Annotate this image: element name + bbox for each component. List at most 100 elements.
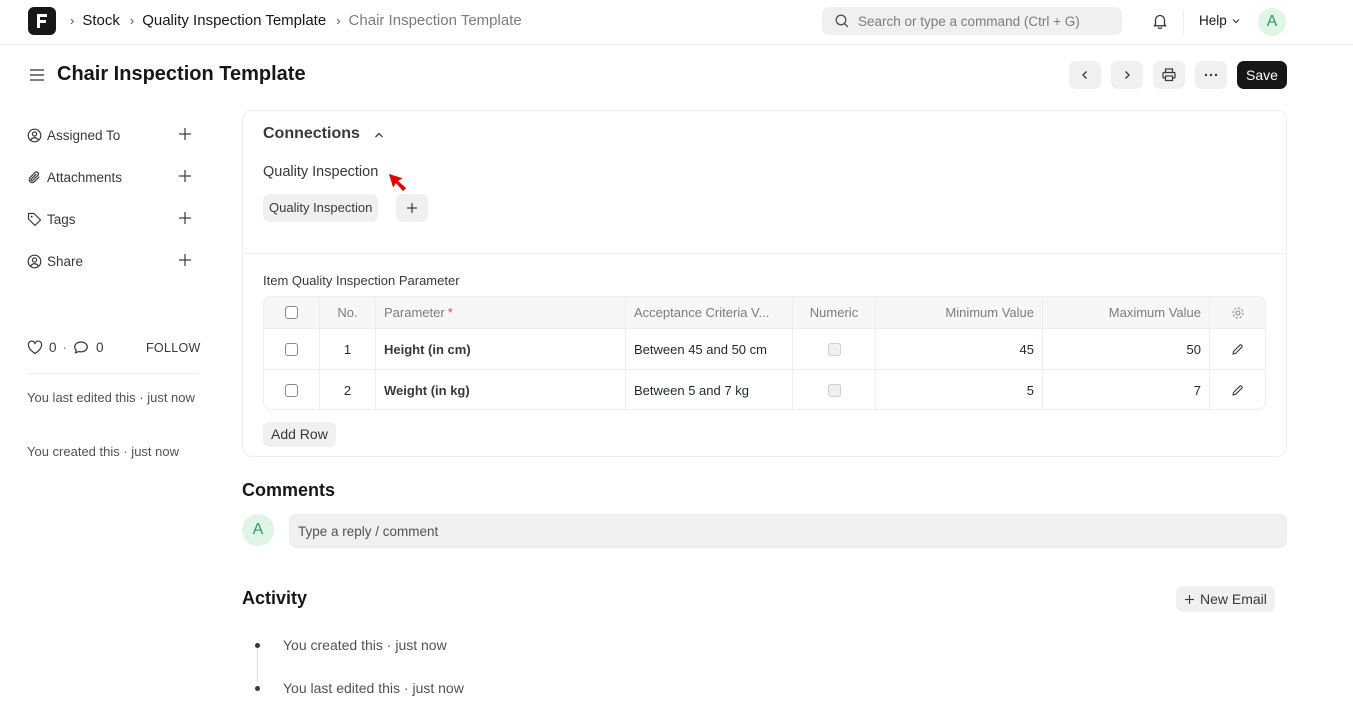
new-email-button[interactable]: New Email bbox=[1176, 586, 1275, 612]
pencil-icon[interactable] bbox=[1231, 343, 1244, 356]
user-avatar[interactable]: A bbox=[1258, 8, 1286, 36]
pencil-icon[interactable] bbox=[1231, 384, 1244, 397]
tag-icon bbox=[27, 212, 42, 227]
breadcrumb-quality-inspection-template[interactable]: Quality Inspection Template bbox=[142, 12, 326, 29]
numeric-cell bbox=[793, 329, 876, 369]
row-select-cell bbox=[264, 329, 320, 369]
row-checkbox[interactable] bbox=[285, 343, 298, 356]
select-all-checkbox[interactable] bbox=[285, 306, 298, 319]
app-logo[interactable] bbox=[28, 7, 56, 35]
parameter-cell[interactable]: Height (in cm) bbox=[376, 329, 626, 369]
activity-title: Activity bbox=[242, 588, 307, 609]
plus-icon[interactable] bbox=[178, 127, 192, 141]
sidebar-item-label: Share bbox=[47, 254, 83, 269]
numeric-checkbox[interactable] bbox=[828, 384, 841, 397]
assign-icon bbox=[27, 128, 42, 143]
divider bbox=[1183, 10, 1184, 34]
divider bbox=[27, 373, 198, 374]
plus-icon[interactable] bbox=[178, 169, 192, 183]
page-title: Chair Inspection Template bbox=[57, 63, 306, 86]
save-button[interactable]: Save bbox=[1237, 61, 1287, 89]
next-doc-button[interactable] bbox=[1111, 61, 1143, 89]
help-menu[interactable]: Help bbox=[1199, 13, 1241, 28]
sidebar-item-assigned-to[interactable]: Assigned To bbox=[27, 125, 192, 145]
column-header-min: Minimum Value bbox=[876, 297, 1043, 328]
more-horizontal-icon bbox=[1204, 73, 1218, 77]
more-actions-button[interactable] bbox=[1195, 61, 1227, 89]
timeline-dot bbox=[255, 686, 260, 691]
comment-icon bbox=[73, 340, 89, 355]
gear-icon[interactable] bbox=[1231, 306, 1245, 320]
search-input[interactable] bbox=[858, 7, 1118, 35]
numeric-checkbox[interactable] bbox=[828, 343, 841, 356]
criteria-cell[interactable]: Between 45 and 50 cm bbox=[626, 329, 793, 369]
help-label: Help bbox=[1199, 13, 1227, 28]
row-checkbox[interactable] bbox=[285, 384, 298, 397]
min-value-cell[interactable]: 5 bbox=[876, 370, 1043, 410]
numeric-cell bbox=[793, 370, 876, 410]
table-row[interactable]: 1 Height (in cm) Between 45 and 50 cm 45… bbox=[264, 329, 1265, 370]
like-count: 0 bbox=[49, 340, 57, 355]
printer-icon bbox=[1161, 67, 1177, 83]
heart-icon[interactable] bbox=[27, 340, 43, 355]
table-row[interactable]: 2 Weight (in kg) Between 5 and 7 kg 5 7 bbox=[264, 370, 1265, 410]
plus-icon[interactable] bbox=[178, 253, 192, 267]
chevron-right-icon bbox=[1121, 69, 1133, 81]
sidebar-item-label: Tags bbox=[47, 212, 76, 227]
created-note: You created this · just now bbox=[27, 442, 197, 462]
column-header-no: No. bbox=[320, 297, 376, 328]
chevron-left-icon bbox=[1079, 69, 1091, 81]
last-edited-note: You last edited this · just now bbox=[27, 388, 197, 408]
navbar: › Stock › Quality Inspection Template › … bbox=[0, 0, 1353, 45]
plus-icon[interactable] bbox=[178, 211, 192, 225]
max-value-cell[interactable]: 7 bbox=[1043, 370, 1210, 410]
edit-row-cell bbox=[1210, 329, 1265, 369]
column-header-numeric: Numeric bbox=[793, 297, 876, 328]
table-label: Item Quality Inspection Parameter bbox=[263, 273, 460, 288]
comment-count: 0 bbox=[96, 340, 104, 355]
chevron-right-icon: › bbox=[336, 13, 340, 28]
plus-icon bbox=[406, 202, 418, 214]
print-button[interactable] bbox=[1153, 61, 1185, 89]
row-select-cell bbox=[264, 370, 320, 410]
parameters-table: No. Parameter* Acceptance Criteria V... … bbox=[263, 296, 1266, 410]
add-row-button[interactable]: Add Row bbox=[263, 422, 336, 447]
share-icon bbox=[27, 254, 42, 269]
parameter-cell[interactable]: Weight (in kg) bbox=[376, 370, 626, 410]
timeline-dot bbox=[255, 643, 260, 648]
quality-inspection-link[interactable]: Quality Inspection bbox=[263, 194, 378, 222]
chevron-up-icon[interactable] bbox=[373, 129, 385, 141]
search-bar[interactable] bbox=[822, 7, 1122, 35]
sidebar-item-attachments[interactable]: Attachments bbox=[27, 167, 192, 187]
sidebar-toggle-icon[interactable] bbox=[29, 67, 45, 83]
sidebar-item-label: Assigned To bbox=[47, 128, 120, 143]
new-email-label: New Email bbox=[1200, 591, 1267, 607]
plus-icon bbox=[1184, 594, 1195, 605]
required-indicator: * bbox=[448, 305, 453, 320]
connections-title[interactable]: Connections bbox=[263, 125, 360, 143]
column-header-parameter: Parameter* bbox=[376, 297, 626, 328]
max-value-cell[interactable]: 50 bbox=[1043, 329, 1210, 369]
comments-title: Comments bbox=[242, 480, 335, 501]
breadcrumb-current[interactable]: Chair Inspection Template bbox=[349, 12, 522, 29]
chevron-right-icon: › bbox=[130, 13, 134, 28]
breadcrumb-stock[interactable]: Stock bbox=[82, 12, 120, 29]
select-all-cell bbox=[264, 297, 320, 328]
likes-comments-counter: 0 · 0 bbox=[27, 340, 104, 355]
edit-row-cell bbox=[1210, 370, 1265, 410]
previous-doc-button[interactable] bbox=[1069, 61, 1101, 89]
sidebar-item-tags[interactable]: Tags bbox=[27, 209, 192, 229]
min-value-cell[interactable]: 45 bbox=[876, 329, 1043, 369]
mouse-cursor-icon bbox=[385, 170, 415, 200]
row-number: 1 bbox=[320, 329, 376, 369]
search-icon bbox=[834, 13, 850, 29]
comment-input[interactable] bbox=[289, 514, 1287, 548]
table-header-row: No. Parameter* Acceptance Criteria V... … bbox=[264, 297, 1265, 329]
dot-separator: · bbox=[63, 340, 68, 355]
criteria-cell[interactable]: Between 5 and 7 kg bbox=[626, 370, 793, 410]
sidebar-item-share[interactable]: Share bbox=[27, 251, 192, 271]
bell-icon[interactable] bbox=[1150, 11, 1170, 31]
chevron-right-icon: › bbox=[70, 13, 74, 28]
chevron-down-icon bbox=[1231, 16, 1241, 26]
follow-button[interactable]: FOLLOW bbox=[146, 341, 201, 355]
